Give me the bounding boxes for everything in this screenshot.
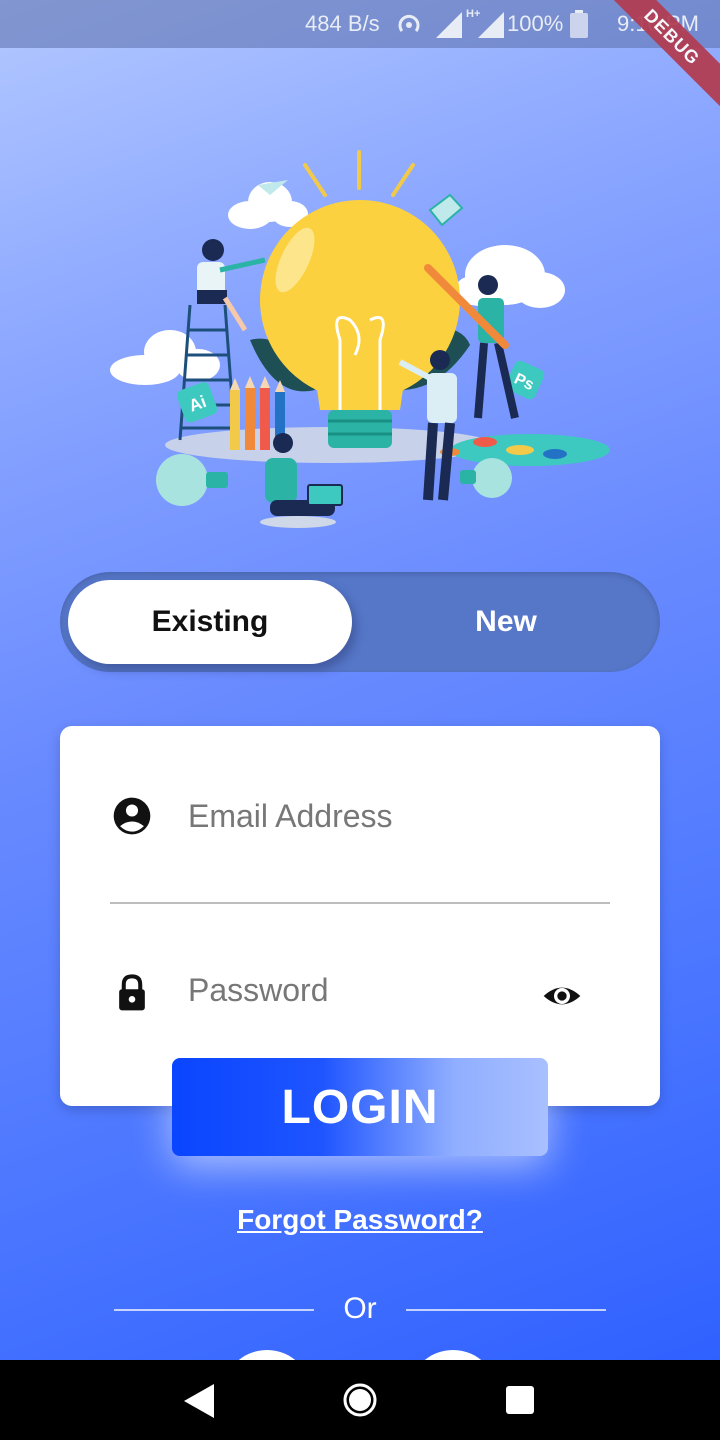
small-bulb-right [460,458,512,498]
signal-icon-2 [478,12,504,38]
login-button[interactable]: LOGIN [172,1058,548,1156]
account-circle-icon [113,797,151,835]
pen-tool-icon [428,193,464,227]
signal-icon-1 [436,12,462,38]
eye-icon[interactable] [542,976,582,1016]
toggle-existing-button[interactable]: Existing [68,580,352,664]
back-triangle-icon[interactable] [184,1384,216,1418]
forgot-password-link[interactable]: Forgot Password? [0,1204,720,1236]
password-field[interactable] [186,964,530,1016]
cloud-left [110,330,220,385]
account-type-toggle: Existing New [60,572,660,672]
lock-icon [119,974,145,1011]
lightbulb-illustration: Ai Ps [110,150,610,528]
cloud-right [455,245,565,308]
network-speed: 484 B/s [305,11,380,36]
small-bulb-left [156,454,228,506]
home-circle-icon[interactable] [342,1382,378,1418]
login-screen: 484 B/s H+ 100% 9:10 PM DEBUG [0,0,720,1440]
battery-percent: 100% [507,11,564,36]
email-field[interactable] [186,790,610,842]
status-bar: 484 B/s H+ 100% 9:10 PM [0,0,720,48]
or-divider: Or [114,1288,606,1332]
email-underline [110,902,610,904]
light-rays [303,150,415,197]
toggle-existing-label: Existing [151,605,269,638]
woman-figure [197,239,266,332]
battery-icon [570,10,588,38]
or-line-right [406,1309,606,1311]
navigation-bar [0,1360,720,1440]
hotspot-icon [398,14,420,32]
toggle-new-label: New [475,605,537,638]
login-card [60,726,660,1106]
toggle-new-button[interactable]: New [360,580,652,664]
recents-square-icon[interactable] [506,1386,534,1414]
